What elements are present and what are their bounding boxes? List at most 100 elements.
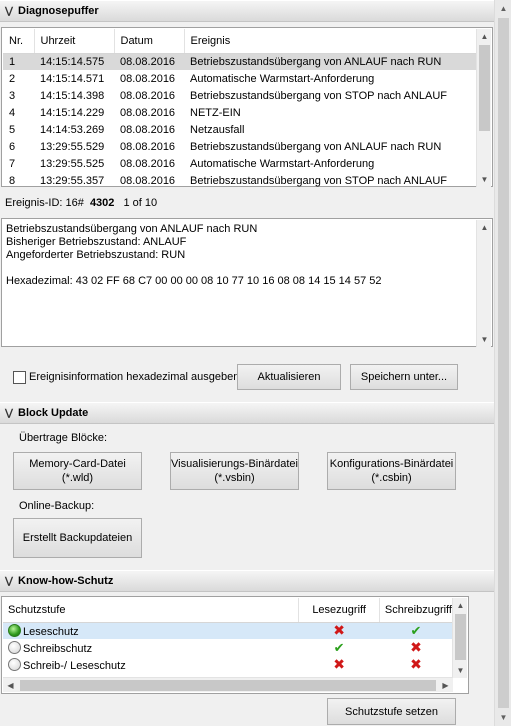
- scroll-up-icon[interactable]: ▲: [495, 0, 511, 17]
- scroll-down-icon[interactable]: ▼: [477, 332, 492, 347]
- cell-ereignis: Automatische Warmstart-Anforderung: [190, 157, 375, 170]
- scroll-down-icon[interactable]: ▼: [453, 663, 468, 678]
- save-as-button[interactable]: Speichern unter...: [350, 364, 458, 390]
- column-header-uhrzeit[interactable]: Uhrzeit: [34, 29, 115, 54]
- diagnose-table: Nr. Uhrzeit Datum Ereignis 1 14:15:14.575…: [3, 29, 477, 189]
- cross-icon: ✖: [333, 656, 345, 672]
- hex-output-label: Ereignisinformation hexadezimal ausgeben: [29, 371, 240, 383]
- scroll-down-icon[interactable]: ▼: [495, 709, 511, 726]
- protection-row[interactable]: Schreibschutz ✔ ✖: [3, 639, 453, 656]
- scroll-thumb[interactable]: [455, 614, 466, 660]
- cell-nr: 2: [9, 72, 16, 85]
- hex-output-checkbox[interactable]: [13, 371, 26, 384]
- cell-datum: 08.08.2016: [114, 53, 184, 70]
- cell-uhrzeit: 13:29:55.529: [40, 140, 105, 153]
- cell-uhrzeit: 14:15:14.571: [40, 72, 105, 85]
- event-id-label: Ereignis-ID: 16#: [5, 197, 84, 209]
- write-access-cell: ✖: [379, 656, 452, 673]
- column-header-ereignis[interactable]: Ereignis: [184, 29, 477, 54]
- cell-ereignis: Betriebszustandsübergang von STOP nach A…: [190, 89, 448, 102]
- cell-datum: 08.08.2016: [120, 157, 176, 170]
- read-access-cell: ✖: [299, 656, 380, 673]
- scroll-left-icon[interactable]: ◀: [3, 678, 18, 693]
- diagnose-table-scrollbar[interactable]: ▲ ▼: [476, 29, 491, 187]
- window-vertical-scrollbar[interactable]: ▲ ▼: [494, 0, 511, 726]
- collapse-chevron-icon[interactable]: ⋁: [0, 408, 18, 419]
- cell-nr: 8: [9, 174, 16, 187]
- create-backup-button[interactable]: Erstellt Backupdateien: [13, 518, 142, 558]
- cell-nr: 1: [3, 53, 34, 70]
- button-line-1: Visualisierungs-Binärdatei: [171, 458, 298, 470]
- protection-row[interactable]: Schreib-/ Leseschutz ✖ ✖: [3, 656, 453, 673]
- table-row[interactable]: 7 13:29:55.525 08.08.2016 Automatische Warm…: [3, 155, 477, 172]
- table-row[interactable]: 2 14:15:14.571 08.08.2016 Automatische Warm…: [3, 70, 477, 87]
- detail-line: Bisheriger Betriebszustand: ANLAUF: [6, 236, 187, 248]
- cell-ereignis: Netzausfall: [190, 123, 245, 136]
- scroll-up-icon[interactable]: ▲: [453, 598, 468, 613]
- column-header-datum[interactable]: Datum: [114, 29, 185, 54]
- cross-icon: ✖: [410, 639, 422, 655]
- event-detail-textarea[interactable]: Betriebszustandsübergang von ANLAUF nach…: [1, 218, 493, 347]
- visualization-binary-button[interactable]: Visualisierungs-Binärdatei (*.vsbin): [170, 452, 299, 490]
- scroll-thumb[interactable]: [479, 45, 490, 131]
- check-icon: ✔: [333, 639, 345, 655]
- radio-unselected-icon[interactable]: [8, 640, 21, 654]
- table-row[interactable]: 4 14:15:14.229 08.08.2016 NETZ-EIN: [3, 104, 477, 121]
- configuration-binary-button[interactable]: Konfigurations-Binärdatei (*.csbin): [327, 452, 456, 490]
- read-access-cell: ✔: [299, 639, 380, 656]
- table-row[interactable]: 6 13:29:55.529 08.08.2016 Betriebszustandsü…: [3, 138, 477, 155]
- event-id-line: Ereignis-ID: 16# 4302 1 of 10: [5, 197, 157, 209]
- scroll-thumb[interactable]: [20, 680, 436, 691]
- memory-card-file-button[interactable]: Memory-Card-Datei (*.wld): [13, 452, 142, 490]
- scroll-thumb[interactable]: [498, 18, 509, 708]
- protection-table-vscrollbar[interactable]: ▲ ▼: [452, 598, 467, 678]
- cell-ereignis: Betriebszustandsübergang von ANLAUF nach…: [190, 140, 442, 153]
- cell-ereignis: Betriebszustandsübergang von ANLAUF nach…: [184, 53, 477, 70]
- cell-nr: 6: [9, 140, 16, 153]
- scroll-down-icon[interactable]: ▼: [477, 172, 492, 187]
- section-title: Diagnosepuffer: [18, 5, 99, 17]
- cell-nr: 7: [9, 157, 16, 170]
- detail-scrollbar[interactable]: ▲ ▼: [476, 220, 491, 347]
- button-line-1: Memory-Card-Datei: [29, 458, 126, 470]
- cell-ereignis: Betriebszustandsübergang von STOP nach A…: [190, 174, 448, 187]
- block-update-header[interactable]: ⋁ Block Update: [0, 402, 494, 424]
- column-header-lesezugriff[interactable]: Lesezugriff: [298, 598, 380, 623]
- radio-unselected-icon[interactable]: [8, 657, 21, 671]
- protection-level-name: Leseschutz: [23, 625, 79, 638]
- table-row[interactable]: 1 14:15:14.575 08.08.2016 Betriebszustandsü…: [3, 53, 477, 70]
- transfer-blocks-label: Übertrage Blöcke:: [19, 432, 108, 444]
- scroll-up-icon[interactable]: ▲: [477, 220, 492, 235]
- knowhow-header[interactable]: ⋁ Know-how-Schutz: [0, 570, 494, 592]
- write-access-cell: ✖: [379, 639, 452, 656]
- radio-selected-icon[interactable]: [8, 623, 21, 637]
- column-header-schutzstufe[interactable]: Schutzstufe: [3, 598, 300, 623]
- cell-datum: 08.08.2016: [120, 72, 176, 85]
- detail-line: [6, 262, 382, 275]
- table-row[interactable]: 8 13:29:55.357 08.08.2016 Betriebszustandsü…: [3, 172, 477, 189]
- collapse-chevron-icon[interactable]: ⋁: [0, 576, 18, 587]
- collapse-chevron-icon[interactable]: ⋁: [0, 6, 18, 17]
- write-access-cell: ✔: [379, 622, 453, 639]
- scroll-right-icon[interactable]: ▶: [438, 678, 453, 693]
- table-row[interactable]: 3 14:15:14.398 08.08.2016 Betriebszustandsü…: [3, 87, 477, 104]
- refresh-button[interactable]: Aktualisieren: [237, 364, 341, 390]
- set-protection-level-button[interactable]: Schutzstufe setzen: [327, 698, 456, 725]
- section-title: Block Update: [18, 407, 89, 419]
- scroll-up-icon[interactable]: ▲: [477, 29, 492, 44]
- diagnose-table-panel: Nr. Uhrzeit Datum Ereignis 1 14:15:14.575…: [1, 27, 493, 187]
- cell-datum: 08.08.2016: [120, 89, 176, 102]
- cell-nr: 4: [9, 106, 16, 119]
- event-position: 1 of 10: [123, 197, 158, 209]
- cell-ereignis: NETZ-EIN: [190, 106, 241, 119]
- column-header-schreibzugriff[interactable]: Schreibzugriff: [379, 598, 454, 623]
- protection-row[interactable]: Leseschutz ✖ ✔: [3, 622, 453, 639]
- table-row[interactable]: 5 14:14:53.269 08.08.2016 Netzausfall: [3, 121, 477, 138]
- protection-table-hscrollbar[interactable]: ◀ ▶: [3, 677, 453, 692]
- diagnosepuffer-header[interactable]: ⋁ Diagnosepuffer: [0, 0, 494, 22]
- detail-line: Hexadezimal: 43 02 FF 68 C7 00 00 00 08 …: [6, 275, 382, 287]
- detail-line: Betriebszustandsübergang von ANLAUF nach…: [6, 223, 258, 235]
- button-line-1: Konfigurations-Binärdatei: [329, 458, 454, 470]
- column-header-nr[interactable]: Nr.: [3, 29, 35, 54]
- detail-line: Angeforderter Betriebszustand: RUN: [6, 249, 186, 261]
